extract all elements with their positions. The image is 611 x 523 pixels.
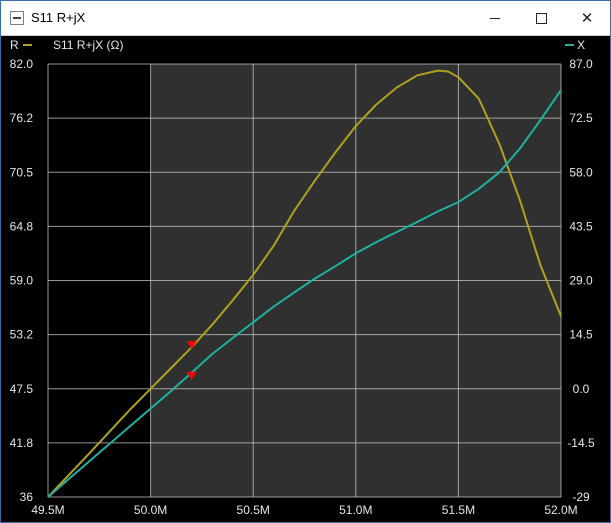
y2-tick-label: -29: [572, 490, 590, 504]
x-tick-label: 51.0M: [339, 503, 372, 517]
y-tick-label: 64.8: [10, 219, 34, 233]
x-tick-label: 50.0M: [134, 503, 167, 517]
y-tick-label: 76.2: [10, 111, 34, 125]
y2-tick-label: 43.5: [569, 219, 593, 233]
minimize-button[interactable]: [472, 1, 518, 35]
y-tick-label: 36: [20, 490, 34, 504]
app-window-icon: [10, 11, 24, 25]
y2-tick-label: 58.0: [569, 165, 593, 179]
close-button[interactable]: ✕: [564, 1, 610, 35]
y2-tick-label: 0.0: [573, 382, 590, 396]
y2-tick-label: -14.5: [567, 436, 595, 450]
chart-title: S11 R+jX (Ω): [53, 38, 123, 52]
right-axis-legend-label: X: [577, 38, 585, 52]
y2-tick-label: 29.0: [569, 274, 593, 288]
y2-tick-label: 14.5: [569, 328, 593, 342]
y-tick-label: 82.0: [10, 57, 34, 71]
y-tick-label: 59.0: [10, 274, 34, 288]
chart-canvas[interactable]: 49.5M 50.0M 50.5M 51.0M 51.5M 52.0M 82.0 76.2 70…: [1, 35, 610, 522]
minimize-icon: [490, 17, 500, 19]
chart-window: S11 R+jX ✕ 49.5M 50.0M 50.5M 51.0M 51.5M 52.0…: [0, 0, 611, 523]
y-tick-label: 70.5: [10, 165, 34, 179]
y-tick-label: 47.5: [10, 382, 34, 396]
window-title: S11 R+jX: [31, 10, 86, 25]
x-tick-label: 51.5M: [442, 503, 475, 517]
maximize-icon: [535, 12, 547, 24]
x-tick-label: 52.0M: [544, 503, 577, 517]
y-tick-label: 41.8: [10, 436, 34, 450]
x-tick-label: 50.5M: [237, 503, 270, 517]
close-icon: ✕: [580, 10, 594, 27]
y2-tick-label: 87.0: [569, 57, 593, 71]
y2-tick-label: 72.5: [569, 111, 593, 125]
x-tick-label: 49.5M: [31, 503, 64, 517]
left-axis-legend-label: R: [10, 38, 19, 52]
maximize-button[interactable]: [518, 1, 564, 35]
y-tick-label: 53.2: [10, 328, 34, 342]
title-bar[interactable]: S11 R+jX ✕: [1, 1, 610, 36]
